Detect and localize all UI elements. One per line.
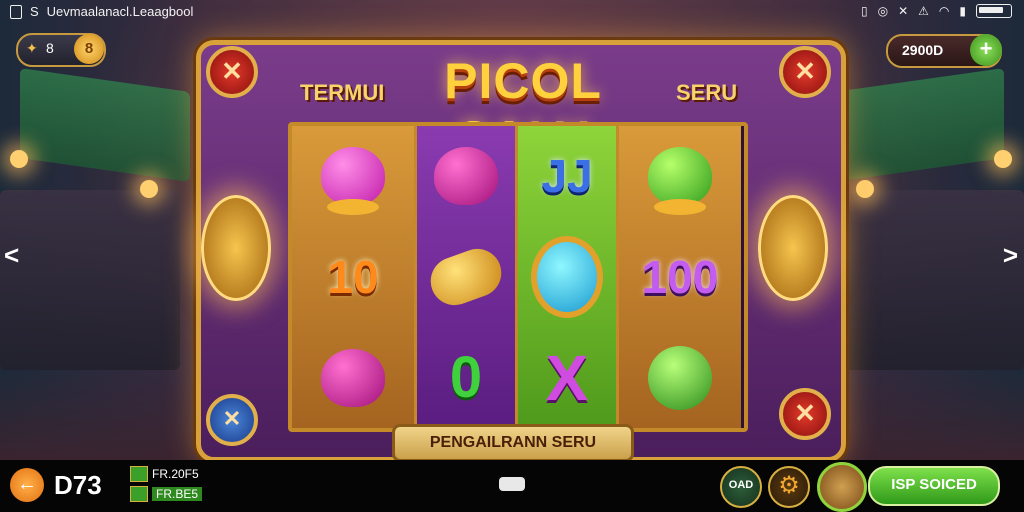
reel-column: JJ X	[518, 126, 619, 428]
close-button[interactable]: ✕	[779, 388, 831, 440]
close-button[interactable]: ✕	[779, 46, 831, 98]
spin-button[interactable]: ISP SOICED	[868, 466, 1000, 506]
reel-cell	[292, 327, 414, 428]
left-arcade-machine	[0, 190, 180, 370]
level-label: D73	[54, 470, 102, 500]
reel-cell	[619, 327, 741, 428]
reel-cell	[417, 126, 515, 227]
right-arcade-machine	[844, 190, 1024, 370]
stat-icon	[130, 486, 148, 502]
auto-button[interactable]: OAD	[720, 466, 762, 508]
symbol-text: X	[545, 341, 589, 414]
next-arrow-icon[interactable]: >	[1003, 240, 1018, 271]
status-bar: S Uevmaalanacl.Leaagbool ▯ ◎ ✕ ⚠ ◠ ▮	[0, 0, 1024, 24]
reel-cell: JJ	[518, 126, 616, 227]
magenta-fruit-icon	[321, 348, 385, 407]
alert-icon: ⚠	[918, 4, 929, 18]
stat-b: FR.BE5	[130, 486, 203, 502]
reel-column: 0	[417, 126, 518, 428]
reel-cell	[518, 227, 616, 328]
battery-icon	[976, 4, 1012, 18]
prev-arrow-icon[interactable]: <	[4, 240, 19, 271]
reel-cell	[417, 227, 515, 328]
melon-icon	[648, 345, 712, 410]
reel-grid: 10 0 JJ X 100	[288, 122, 748, 432]
green-fruit-icon	[648, 147, 712, 216]
lamp-light	[994, 150, 1012, 168]
symbol-text: 10	[327, 251, 379, 303]
symbol-text: JJ	[541, 150, 593, 203]
stat-a-label: FR.20F5	[152, 467, 199, 481]
balance-value: 2900D	[902, 42, 944, 58]
lamp-light	[140, 180, 158, 198]
reel-cell: 0	[417, 327, 515, 428]
app-window-icon	[10, 4, 22, 19]
lamp-light	[856, 180, 874, 198]
reel-cell: X	[518, 327, 616, 428]
gem-icon	[531, 236, 603, 318]
app-name: Uevmaalanacl.Leaagbool	[46, 4, 194, 19]
close-icon: ✕	[898, 4, 909, 18]
info-banner: PENGAILRANN SERU	[392, 424, 634, 462]
star-icon: ✦	[26, 40, 38, 56]
game-logo: PICOL SALY	[444, 53, 602, 167]
leaf-icon	[327, 199, 379, 216]
stat-a: FR.20F5	[130, 466, 199, 482]
title-prefix: TERMUI	[300, 80, 385, 105]
special-button[interactable]: ✕	[206, 394, 258, 446]
balance-pill: 2900D +	[886, 34, 1002, 68]
left-ornament	[201, 195, 271, 301]
reel-column: 10	[292, 126, 417, 428]
notification-icon: ▯	[860, 4, 868, 18]
settings-gear-icon[interactable]: ⚙	[768, 466, 810, 508]
symbol-text: 0	[449, 344, 483, 410]
symbol-text: 100	[641, 251, 719, 303]
coin-icon: 8	[74, 34, 104, 64]
stat-b-label: FR.BE5	[152, 487, 203, 501]
close-button[interactable]: ✕	[206, 46, 258, 98]
drag-handle[interactable]	[499, 477, 525, 491]
reel-cell: 10	[292, 227, 414, 328]
magenta-fruit-icon	[434, 147, 498, 206]
status-letter: S	[30, 4, 39, 19]
dnd-icon: ◎	[877, 4, 889, 18]
reel-cell: 100	[619, 227, 741, 328]
title-suffix: SERU	[676, 80, 738, 105]
wifi-icon: ◠	[938, 4, 950, 18]
reel-cell	[292, 126, 414, 227]
bell-icon	[423, 242, 509, 312]
bonus-count: 8	[46, 40, 54, 56]
reel-cell	[619, 126, 741, 227]
reel-column: 100	[619, 126, 741, 428]
add-coins-button[interactable]: +	[970, 34, 1002, 66]
signal-icon: ▮	[959, 4, 966, 18]
pink-fruit-icon	[321, 147, 385, 216]
lamp-light	[10, 150, 28, 168]
right-ornament	[758, 195, 828, 301]
leaf-icon	[654, 199, 706, 216]
avatar[interactable]	[817, 462, 867, 512]
stat-icon	[130, 466, 148, 482]
bonus-pill[interactable]: ✦ 8 8	[16, 33, 106, 67]
back-button[interactable]: ←	[10, 468, 44, 502]
